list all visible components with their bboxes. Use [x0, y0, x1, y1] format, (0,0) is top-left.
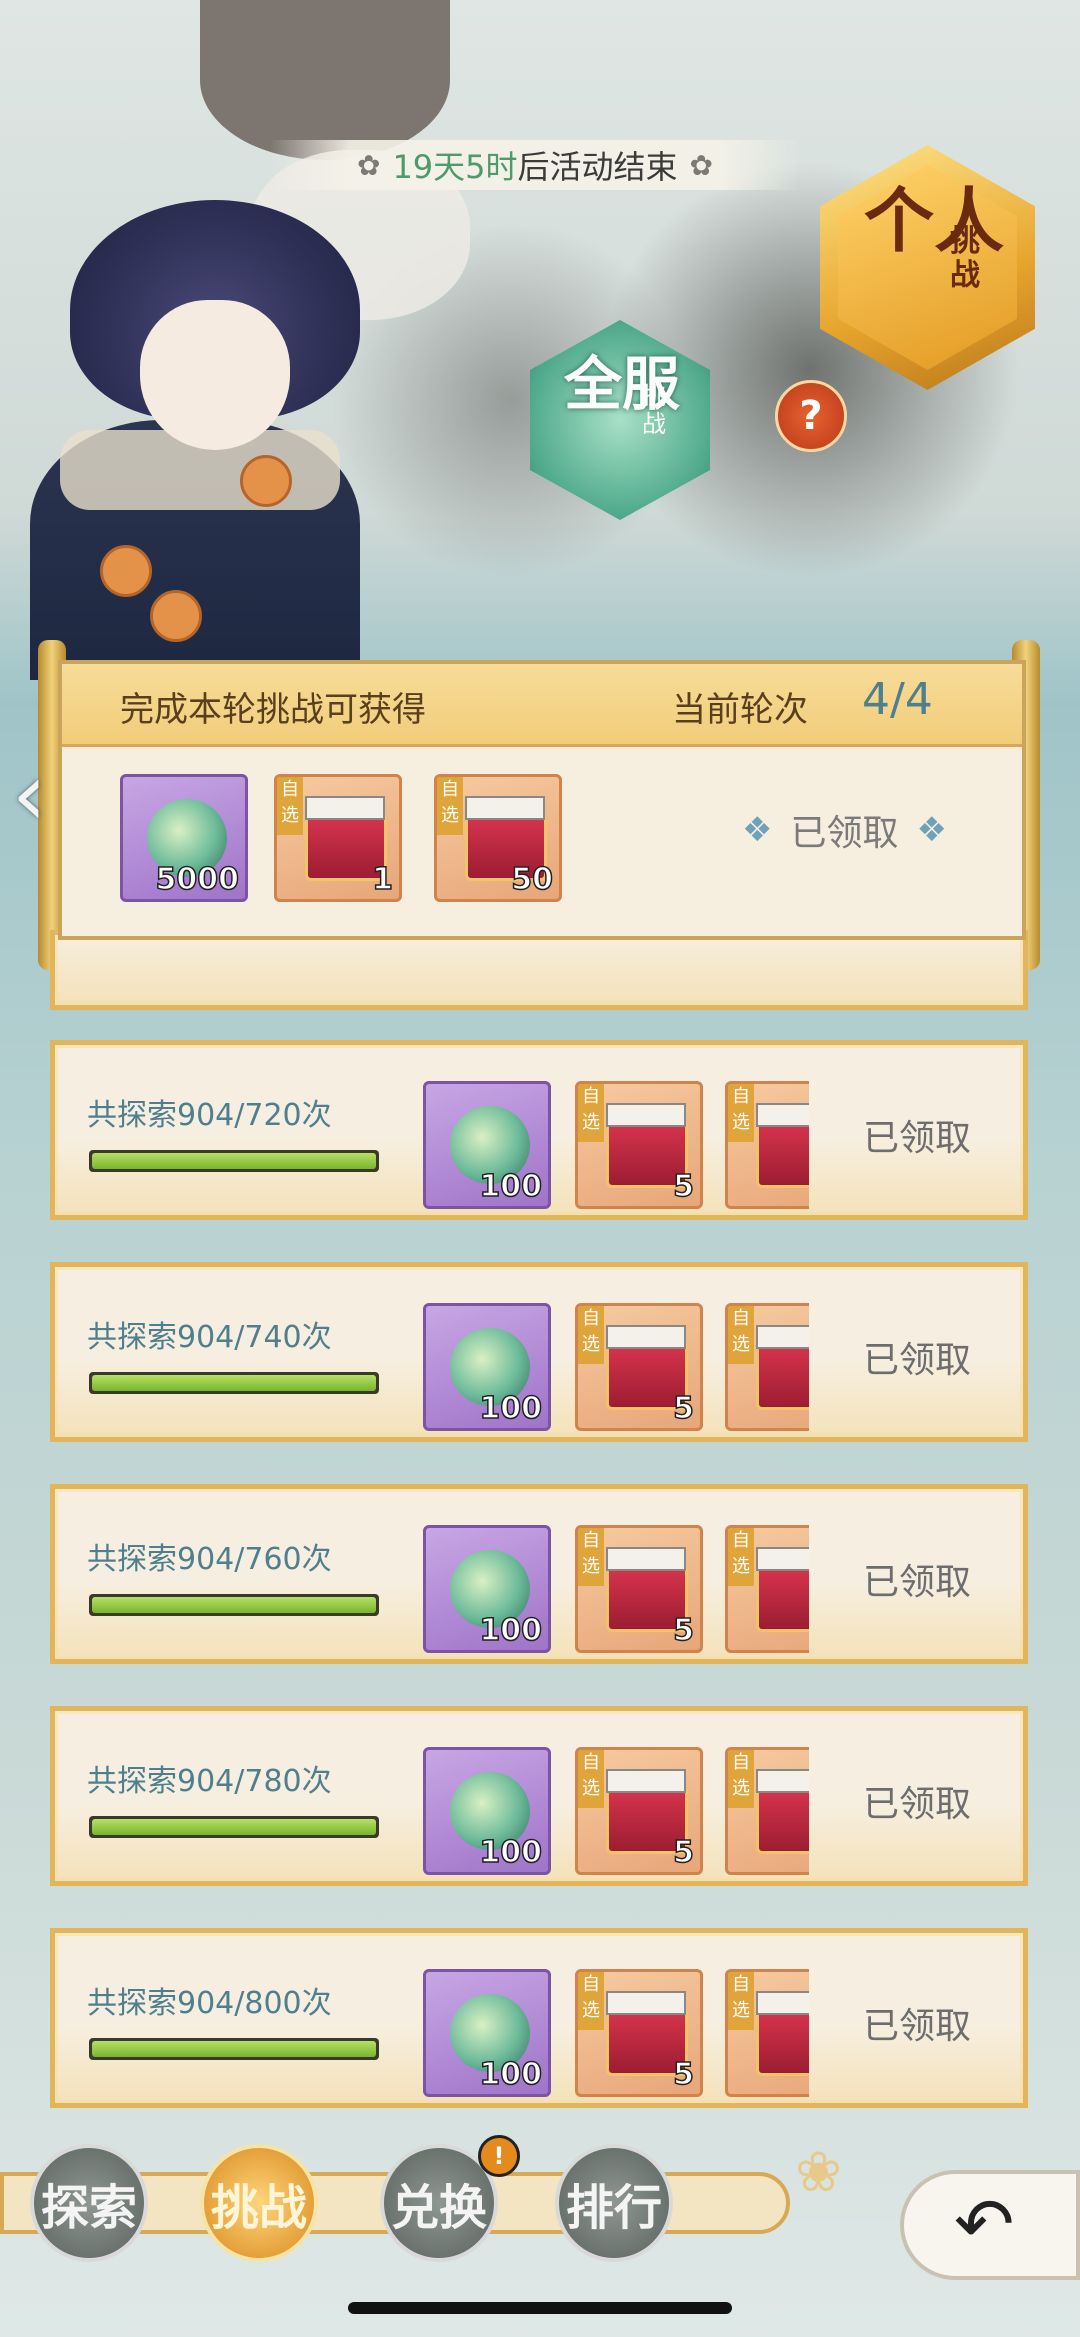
round-reward-title: 完成本轮挑战可获得 — [120, 690, 426, 730]
reward-tile-partial[interactable]: 自选 — [725, 1081, 809, 1213]
lotus-icon: ❀ — [795, 2140, 842, 2205]
server-badge-subtitle: 挑战 — [642, 382, 666, 438]
task-label: 共探索904/740次 — [87, 1320, 332, 1355]
task-progress-bar — [89, 1372, 379, 1394]
return-button[interactable]: ↶ — [900, 2170, 1080, 2280]
task-row: 共探索904/740次 100 自选 5 自选 已领取 — [50, 1262, 1028, 1442]
task-label: 共探索904/800次 — [87, 1986, 332, 2021]
reward-count: 5 — [672, 1390, 694, 1427]
task-label: 共探索904/780次 — [87, 1764, 332, 1799]
reward-tile-partial[interactable]: 自选 — [725, 1747, 809, 1879]
round-reward-panel: 完成本轮挑战可获得 当前轮次 4/4 5000 自选 1 自选 50 ❖ 已领取… — [58, 660, 1026, 940]
notice-badge: ! — [478, 2135, 520, 2177]
reward-count: 1 — [371, 861, 393, 898]
flower-icon: ✿ — [356, 148, 381, 182]
home-indicator[interactable] — [348, 2302, 732, 2314]
reward-tile-partial[interactable]: 自选 — [725, 1525, 809, 1657]
round-label: 当前轮次 — [672, 690, 808, 730]
reward-tile[interactable]: 自选 50 — [434, 774, 562, 902]
optional-tag: 自选 — [728, 1528, 754, 1586]
task-row: 共探索904/800次 100 自选 5 自选 已领取 — [50, 1928, 1028, 2108]
reward-count: 50 — [511, 861, 554, 898]
reward-tile[interactable]: 100 — [423, 1969, 551, 2097]
orb-decoration — [150, 590, 202, 642]
reward-count: 100 — [479, 1612, 543, 1649]
reward-count: 5 — [672, 1834, 694, 1871]
reward-tile[interactable]: 5000 — [120, 774, 248, 902]
task-progress-bar — [89, 1150, 379, 1172]
ghost-figure — [200, 0, 450, 160]
reward-tile[interactable]: 自选 5 — [575, 1969, 703, 2097]
reward-count: 5 — [672, 1168, 694, 1205]
task-label: 共探索904/760次 — [87, 1542, 332, 1577]
task-progress-bar — [89, 1816, 379, 1838]
reward-tile[interactable]: 自选 5 — [575, 1525, 703, 1653]
reward-tile-partial[interactable]: 自选 — [725, 1969, 809, 2101]
claimed-label: 已领取 — [863, 1340, 972, 1381]
round-value: 4/4 — [862, 674, 933, 725]
flower-icon: ❖ — [916, 810, 947, 850]
task-progress-bar — [89, 1594, 379, 1616]
reward-tile[interactable]: 自选 1 — [274, 774, 402, 902]
reward-tile[interactable]: 100 — [423, 1303, 551, 1431]
optional-tag: 自选 — [578, 1972, 604, 2030]
optional-tag: 自选 — [437, 777, 463, 835]
event-timer: ✿ 19天5时 后活动结束 ✿ — [270, 140, 800, 190]
claimed-label: 已领取 — [863, 1562, 972, 1603]
reward-tile[interactable]: 100 — [423, 1525, 551, 1653]
optional-tag: 自选 — [728, 1084, 754, 1142]
claimed-label: 已领取 — [863, 1118, 972, 1159]
optional-tag: 自选 — [578, 1750, 604, 1808]
reward-count: 100 — [479, 2056, 543, 2093]
character-face — [140, 300, 290, 450]
reward-tile[interactable]: 100 — [423, 1081, 551, 1209]
reward-tile[interactable]: 自选 5 — [575, 1303, 703, 1431]
task-progress-bar — [89, 2038, 379, 2060]
claimed-label: 已领取 — [863, 1784, 972, 1825]
help-button[interactable]: ? — [775, 380, 847, 452]
task-row: 共探索904/780次 100 自选 5 自选 已领取 — [50, 1706, 1028, 1886]
task-row: 共探索904/720次 100 自选 5 自选 已领取 — [50, 1040, 1028, 1220]
claimed-label: 已领取 — [863, 2006, 972, 2047]
timer-remaining: 19天5时 — [392, 148, 518, 186]
task-label: 共探索904/720次 — [87, 1098, 332, 1133]
reward-count: 5000 — [155, 861, 240, 898]
orb-decoration — [100, 545, 152, 597]
optional-tag: 自选 — [728, 1306, 754, 1364]
reward-tile[interactable]: 100 — [423, 1747, 551, 1875]
reward-count: 100 — [479, 1168, 543, 1205]
task-row-partial — [50, 925, 1028, 1010]
nav-challenge-button[interactable]: 挑战 — [200, 2144, 318, 2262]
reward-tile-partial[interactable]: 自选 — [725, 1303, 809, 1435]
optional-tag: 自选 — [578, 1084, 604, 1142]
round-claimed-status: ❖ 已领取 ❖ — [742, 804, 947, 856]
optional-tag: 自选 — [578, 1528, 604, 1586]
flower-icon: ❖ — [742, 810, 773, 850]
chevron-left-icon[interactable]: ‹ — [12, 750, 72, 840]
task-row: 共探索904/760次 100 自选 5 自选 已领取 — [50, 1484, 1028, 1664]
reward-count: 100 — [479, 1834, 543, 1871]
reward-count: 5 — [672, 2056, 694, 2093]
flower-icon: ✿ — [689, 148, 714, 182]
optional-tag: 自选 — [728, 1972, 754, 2030]
nav-explore-button[interactable]: 探索 — [30, 2144, 148, 2262]
nav-ranking-button[interactable]: 排行 — [555, 2144, 673, 2262]
optional-tag: 自选 — [277, 777, 303, 835]
reward-count: 5 — [672, 1612, 694, 1649]
optional-tag: 自选 — [728, 1750, 754, 1808]
personal-badge-subtitle: 挑战 — [950, 224, 980, 293]
reward-count: 100 — [479, 1390, 543, 1427]
return-arrow-icon: ↶ — [954, 2182, 1015, 2266]
round-reward-header: 完成本轮挑战可获得 当前轮次 4/4 — [62, 664, 1022, 747]
optional-tag: 自选 — [578, 1306, 604, 1364]
orb-decoration — [240, 455, 292, 507]
timer-suffix: 后活动结束 — [517, 148, 678, 186]
reward-tile[interactable]: 自选 5 — [575, 1081, 703, 1209]
reward-tile[interactable]: 自选 5 — [575, 1747, 703, 1875]
round-claimed-label: 已领取 — [790, 813, 899, 854]
